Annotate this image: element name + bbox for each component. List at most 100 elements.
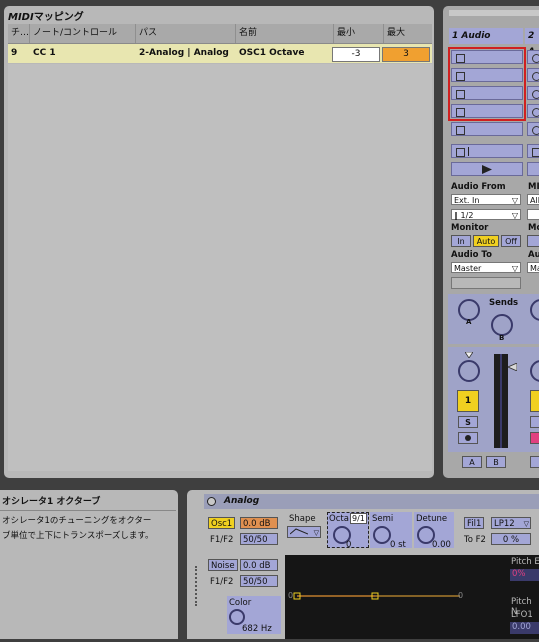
row-path: 2-Analog | Analog xyxy=(139,48,229,58)
info-text: オシレータ1のチューニングをオクター ブ単位で上下にトランスポーズします。 xyxy=(2,514,174,544)
audio-to-dropdown[interactable]: Master ▽ xyxy=(451,262,521,273)
audio-channel-dropdown[interactable]: ‖ 1/2 ▽ xyxy=(451,209,521,220)
clip-slot[interactable] xyxy=(451,104,523,118)
col-channel[interactable]: チ… xyxy=(8,24,30,43)
track2-to-dropdown[interactable]: Ma xyxy=(527,262,539,273)
track2-solo-button[interactable] xyxy=(530,416,539,428)
send-a-label: A xyxy=(466,318,472,326)
color-label: Color xyxy=(229,598,252,608)
audio-channel-value: 1/2 xyxy=(460,211,474,220)
clip-slot[interactable] xyxy=(451,86,523,100)
play-button[interactable] xyxy=(451,162,523,176)
stop-icon xyxy=(456,148,465,157)
clip-slot[interactable] xyxy=(527,50,539,64)
shape-label: Shape xyxy=(289,514,316,524)
col-note-control[interactable]: ノート/コントロール xyxy=(30,24,136,43)
mixer-scrollbar[interactable] xyxy=(449,10,539,16)
noise-f1f2-field[interactable]: 50/50 xyxy=(240,575,278,587)
crossfade-b-button[interactable]: B xyxy=(486,456,506,468)
clip-slot[interactable] xyxy=(451,122,523,136)
send-b-knob[interactable] xyxy=(491,314,513,336)
stop-icon xyxy=(456,108,465,117)
record-arm-circle-icon xyxy=(532,108,539,117)
noise-toggle[interactable]: Noise xyxy=(208,559,238,571)
record-arm-circle-icon xyxy=(532,90,539,99)
info-text-line-2: ブ単位で上下にトランスポーズします。 xyxy=(2,531,154,541)
clip-slot[interactable] xyxy=(527,104,539,118)
lfo1-field[interactable]: 0.00 xyxy=(510,622,539,634)
device-title[interactable]: Analog xyxy=(204,494,539,509)
clip-slot[interactable] xyxy=(527,68,539,82)
semi-value: 0 st xyxy=(390,540,406,550)
track2-crossfade-button[interactable] xyxy=(530,456,539,468)
shape-dropdown[interactable]: ▽ xyxy=(287,526,321,538)
audio-from-dropdown[interactable]: Ext. In ▽ xyxy=(451,194,521,205)
col-min[interactable]: 最小 xyxy=(334,24,384,43)
detune-value: 0.00 xyxy=(432,540,451,550)
col-path[interactable]: パス xyxy=(136,24,236,43)
track2-channel-dropdown[interactable] xyxy=(527,209,539,220)
pan-knob[interactable] xyxy=(458,360,480,382)
volume-fader-track[interactable] xyxy=(500,354,502,448)
osc1-toggle[interactable]: Osc1 xyxy=(208,517,236,529)
audio-to-channel-field[interactable] xyxy=(451,277,521,289)
to-f2-label: To F2 xyxy=(464,535,486,545)
clip-slot[interactable] xyxy=(451,68,523,82)
semi-knob[interactable] xyxy=(373,526,391,544)
chevron-down-icon: ▽ xyxy=(511,196,518,205)
solo-button[interactable]: S xyxy=(458,416,478,428)
monitor-off-button[interactable]: Off xyxy=(501,235,521,247)
row-channel: 9 xyxy=(11,48,18,58)
monitor-in-button[interactable]: In xyxy=(451,235,471,247)
envelope-right-label: 0 xyxy=(458,591,464,600)
device-grip-handle[interactable] xyxy=(195,566,201,606)
midi-title-bold: MIDI xyxy=(8,12,34,23)
midi-mapping-row[interactable]: 9 CC 1 2-Analog | Analog OSC1 Octave -3 … xyxy=(8,44,432,63)
osc1-f1f2-field[interactable]: 50/50 xyxy=(240,533,278,545)
col-max[interactable]: 最大 xyxy=(384,24,432,43)
filter-type-dropdown[interactable]: LP12 ▽ xyxy=(491,517,531,529)
info-panel xyxy=(0,490,178,639)
track-activator-button[interactable]: 1 xyxy=(457,390,479,412)
envelope-left-label: 0 xyxy=(288,591,294,600)
noise-level-field[interactable]: 0.0 dB xyxy=(240,559,278,571)
track-2-header[interactable]: 2 A xyxy=(525,28,539,57)
play-icon xyxy=(482,165,492,174)
arm-button[interactable] xyxy=(458,432,478,444)
track2-from-dropdown[interactable]: All xyxy=(527,194,539,205)
track-stop-button[interactable] xyxy=(527,144,539,158)
col-name[interactable]: 名前 xyxy=(236,24,334,43)
chevron-down-icon: ▽ xyxy=(511,211,518,220)
color-knob[interactable] xyxy=(229,609,245,625)
clip-slot[interactable] xyxy=(527,86,539,100)
monitor-auto-button[interactable]: Auto xyxy=(473,235,499,247)
osc1-level-field[interactable]: 0.0 dB xyxy=(240,517,278,529)
filter-type-value: LP12 xyxy=(494,519,515,529)
pitch-env-field[interactable]: 0% xyxy=(510,569,539,581)
min-value-field[interactable]: -3 xyxy=(332,47,380,62)
row-control: CC 1 xyxy=(33,48,56,58)
audio-from-value: Ext. In xyxy=(454,196,480,205)
octave-value: 0 xyxy=(346,540,352,550)
track-stop-button[interactable] xyxy=(451,144,523,158)
stop-icon xyxy=(456,126,465,135)
max-value-field[interactable]: 3 xyxy=(382,47,430,62)
clip-slot[interactable] xyxy=(527,122,539,136)
play-button[interactable] xyxy=(527,162,539,176)
envelope-display[interactable]: 0 0 Pitch E 0% Pitch N LFO1 0.00 xyxy=(285,555,539,639)
track2-arm-button[interactable] xyxy=(530,432,539,444)
chevron-down-icon: ▽ xyxy=(313,529,319,537)
info-text-line-1: オシレータ1のチューニングをオクター xyxy=(2,516,152,526)
track2-activator-button[interactable] xyxy=(530,390,539,412)
midi-title-rest: マッピング xyxy=(33,12,84,23)
to-f2-field[interactable]: 0 % xyxy=(491,533,531,545)
info-title: オシレータ1 オクターブ xyxy=(0,494,176,511)
track2-monitor-in-button[interactable] xyxy=(527,235,539,247)
pitch-env-label: Pitch E xyxy=(511,557,539,567)
clip-slot[interactable] xyxy=(451,50,523,64)
crossfade-a-button[interactable]: A xyxy=(462,456,482,468)
volume-fader-handle-icon[interactable] xyxy=(508,363,517,371)
fil1-toggle[interactable]: Fil1 xyxy=(464,517,485,529)
device-power-icon[interactable] xyxy=(207,497,216,506)
track-1-header[interactable]: 1 Audio xyxy=(449,28,523,44)
